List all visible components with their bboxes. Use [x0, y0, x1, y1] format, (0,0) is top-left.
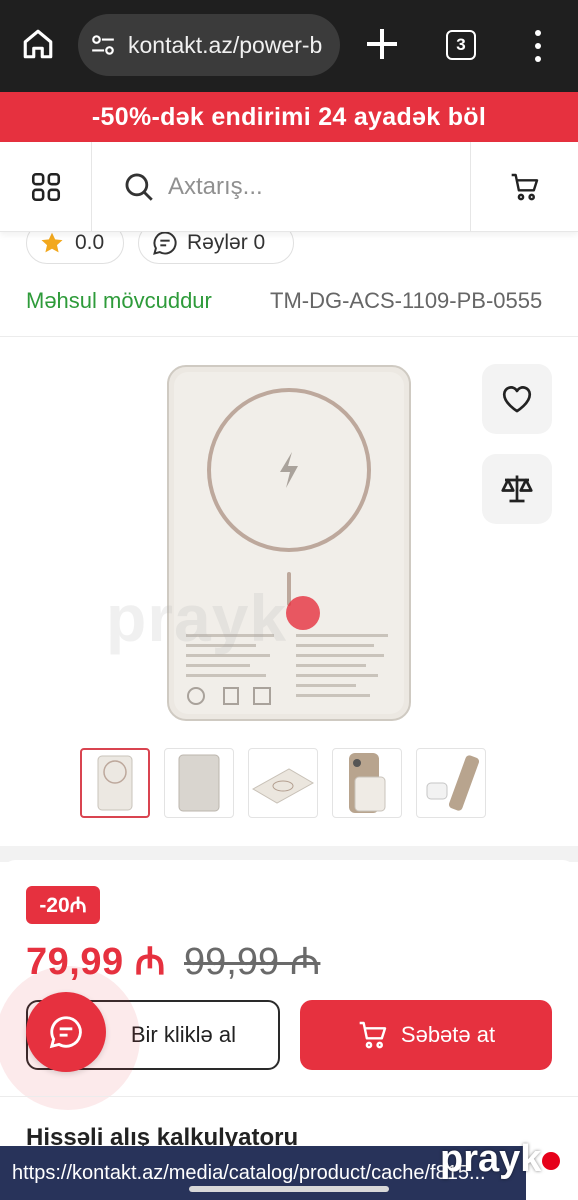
- compare-button[interactable]: [482, 454, 552, 524]
- link-preview-url: https://kontakt.az/media/catalog/product…: [12, 1161, 486, 1184]
- grid-icon: [31, 172, 60, 202]
- thumbnail-1[interactable]: [80, 748, 150, 818]
- cart-icon: [359, 1021, 387, 1049]
- divider: [0, 1096, 578, 1097]
- menu-dot: [535, 56, 541, 62]
- chat-icon: [49, 1016, 82, 1049]
- catalog-button[interactable]: [0, 142, 92, 232]
- heart-icon: [502, 386, 532, 413]
- one-click-label: Bir kliklə al: [130, 1022, 236, 1047]
- thumbnail-strip: [80, 748, 490, 820]
- browser-toolbar: kontakt.az/power-b 3: [0, 0, 578, 92]
- rating-value: 0.0: [75, 231, 105, 254]
- watermark: prayk: [106, 581, 288, 655]
- plus-icon: [367, 29, 397, 59]
- product-image[interactable]: [166, 364, 412, 722]
- cart-icon: [511, 173, 538, 201]
- gesture-nav-handle[interactable]: [189, 1186, 389, 1192]
- reviews-label: Rəylər 0: [187, 231, 266, 254]
- search-input[interactable]: [168, 173, 428, 201]
- site-header: [0, 142, 578, 232]
- product-sku: TM-DG-ACS-1109-PB-0555: [270, 288, 543, 313]
- menu-dot: [535, 30, 541, 36]
- divider: [0, 336, 578, 337]
- thumbnail-3[interactable]: [248, 748, 318, 818]
- page: kontakt.az/power-b 3 -50%-dək endirimi 2…: [0, 0, 578, 1200]
- thumbnail-4[interactable]: [332, 748, 402, 818]
- browser-menu-button[interactable]: [526, 26, 550, 66]
- scale-icon: [501, 475, 533, 503]
- old-price: 99,99 ₼: [184, 941, 321, 983]
- chat-button[interactable]: [26, 992, 106, 1072]
- url-text: kontakt.az/power-b: [128, 31, 323, 58]
- tab-switcher-button[interactable]: 3: [446, 30, 476, 60]
- home-button[interactable]: [18, 24, 58, 64]
- add-to-cart-label: Səbətə at: [400, 1022, 496, 1047]
- watermark-dot: [286, 596, 320, 630]
- home-icon: [23, 29, 53, 59]
- favorite-button[interactable]: [482, 364, 552, 434]
- availability-status: Məhsul mövcuddur: [26, 288, 212, 313]
- site-settings-icon[interactable]: [90, 32, 116, 58]
- menu-dot: [535, 43, 541, 49]
- new-tab-button[interactable]: [362, 24, 402, 64]
- header-cart-button[interactable]: [470, 142, 578, 232]
- add-to-cart-button[interactable]: Səbətə at: [300, 1000, 552, 1070]
- corner-watermark-dot: [542, 1152, 560, 1170]
- address-bar[interactable]: kontakt.az/power-b: [78, 14, 340, 76]
- thumbnail-2[interactable]: [164, 748, 234, 818]
- search-icon: [125, 173, 153, 201]
- comment-icon: [153, 231, 177, 255]
- star-icon: [41, 232, 63, 253]
- corner-watermark: prayk: [440, 1138, 542, 1180]
- discount-badge: -20₼: [26, 886, 100, 924]
- thumbnail-5[interactable]: [416, 748, 486, 818]
- promo-banner[interactable]: -50%-dək endirimi 24 ayadək böl: [0, 92, 578, 142]
- search-bar[interactable]: [92, 142, 470, 232]
